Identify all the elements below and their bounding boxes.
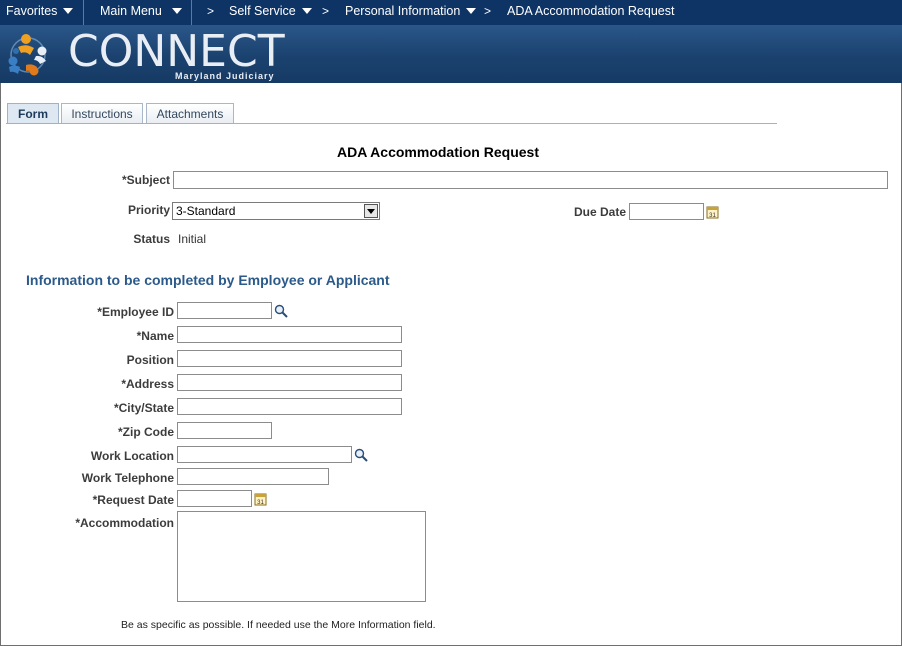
calendar-icon[interactable]: 31 [254,492,268,506]
search-icon[interactable] [274,304,288,318]
window-frame [0,0,902,646]
work-location-label: Work Location [90,449,174,463]
chevron-down-icon [466,7,477,14]
position-label: Position [126,353,174,367]
breadcrumb-self-service[interactable]: Self Service [229,4,312,18]
due-date-input[interactable] [629,203,704,220]
address-input[interactable] [177,374,402,391]
priority-selected-value: 3-Standard [176,204,236,218]
breadcrumb-arrow-icon: > [322,4,330,18]
connect-logo-wordmark: CONNECT [68,26,285,77]
city-state-input[interactable] [177,398,402,415]
main-menu-label: Main Menu [100,4,162,18]
breadcrumb-personal-information[interactable]: Personal Information [345,4,477,18]
personal-information-label: Personal Information [345,4,461,18]
calendar-icon[interactable]: 31 [706,205,720,219]
breadcrumb-arrow-icon: > [484,4,492,18]
city-state-label: *City/State [113,401,174,415]
top-nav-bar: Favorites Main Menu > Self Service > Per… [0,0,902,25]
page-title: ADA Accommodation Request [337,144,539,160]
request-date-label: *Request Date [92,493,174,507]
employee-section-heading: Information to be completed by Employee … [26,272,390,288]
status-label: Status [133,232,170,246]
tab-form[interactable]: Form [7,103,59,123]
tab-strip-divider [6,123,777,124]
request-date-input[interactable] [177,490,252,507]
current-page-label: ADA Accommodation Request [507,4,675,18]
position-input[interactable] [177,350,402,367]
svg-text:31: 31 [257,500,264,506]
breadcrumb-arrow-icon: > [207,4,215,18]
employee-id-label: *Employee ID [97,305,174,319]
zip-code-label: *Zip Code [118,425,174,439]
chevron-down-icon [171,7,182,14]
priority-label: Priority [127,203,170,217]
address-label: *Address [121,377,174,391]
status-value: Initial [178,232,207,246]
due-date-label: Due Date [573,205,626,219]
nav-divider [191,0,192,25]
employee-id-input[interactable] [177,302,272,319]
name-input[interactable] [177,326,402,343]
accommodation-label: *Accommodation [75,516,174,530]
favorites-label: Favorites [6,4,58,18]
zip-code-input[interactable] [177,422,272,439]
breadcrumb-current-page: ADA Accommodation Request [507,4,674,18]
name-label: *Name [136,329,174,343]
subject-input[interactable] [173,171,888,189]
connect-logo-icon [8,34,47,76]
self-service-label: Self Service [229,4,296,18]
priority-select[interactable]: 3-Standard [172,202,380,220]
favorites-menu[interactable]: Favorites [6,4,74,18]
search-icon[interactable] [354,448,368,462]
accommodation-textarea[interactable] [177,511,426,602]
main-menu[interactable]: Main Menu [100,4,182,18]
nav-divider [83,0,84,25]
work-telephone-label: Work Telephone [81,471,174,485]
tab-instructions[interactable]: Instructions [61,103,143,123]
work-location-input[interactable] [177,446,352,463]
tab-attachments[interactable]: Attachments [146,103,234,123]
connect-logo-subtitle: Maryland Judiciary [175,71,275,81]
svg-text:31: 31 [709,213,716,219]
chevron-down-icon [301,7,312,14]
subject-label: *Subject [121,173,170,187]
chevron-down-icon [63,7,74,14]
accommodation-help-text: Be as specific as possible. If needed us… [121,619,436,631]
dropdown-arrow-icon[interactable] [364,204,378,218]
work-telephone-input[interactable] [177,468,329,485]
